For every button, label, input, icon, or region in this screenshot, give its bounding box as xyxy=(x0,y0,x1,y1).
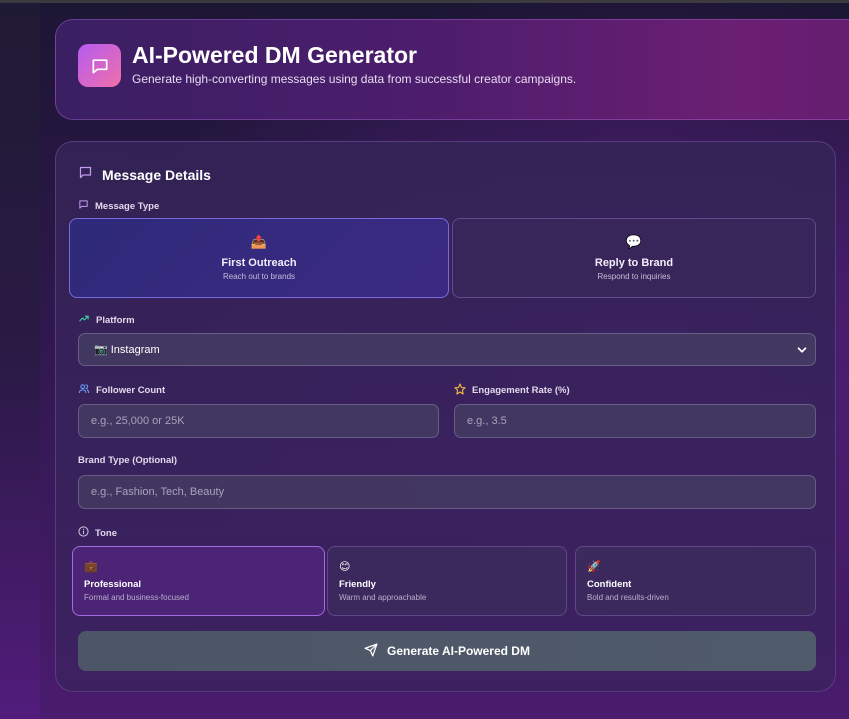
brand-type-label: Brand Type (Optional) xyxy=(78,455,177,466)
tone-label: Tone xyxy=(78,526,117,540)
tone-title: Confident xyxy=(587,579,632,590)
brand-type-input[interactable]: e.g., Fashion, Tech, Beauty xyxy=(78,475,816,509)
engagement-rate-label: Engagement Rate (%) xyxy=(454,383,570,398)
top-border xyxy=(0,0,849,3)
message-square-icon xyxy=(78,165,93,185)
tone-title: Professional xyxy=(84,579,142,590)
message-type-first-outreach[interactable]: 📤 First Outreach Reach out to brands xyxy=(69,218,449,298)
users-icon xyxy=(78,383,90,397)
rocket-icon: 🚀 xyxy=(587,561,601,573)
trending-up-icon xyxy=(78,313,90,327)
message-type-reply-to-brand[interactable]: 💬 Reply to Brand Respond to inquiries xyxy=(452,218,816,298)
option-title: Reply to Brand xyxy=(594,257,674,269)
left-edge-strip xyxy=(0,0,40,719)
speech-balloon-icon: 💬 xyxy=(625,234,643,249)
engagement-rate-input[interactable]: e.g., 3.5 xyxy=(454,404,816,438)
tone-option-confident[interactable]: 🚀 Confident Bold and results-driven xyxy=(575,546,816,616)
tone-option-professional[interactable]: 💼 Professional Formal and business-focus… xyxy=(72,546,325,616)
option-title: First Outreach xyxy=(221,257,297,269)
smiling-face-icon: 😊 xyxy=(339,561,351,573)
tone-subtitle: Bold and results-driven xyxy=(587,593,669,602)
tone-label-text: Tone xyxy=(95,527,117,539)
message-type-label: Message Type xyxy=(78,199,159,213)
outbox-tray-icon: 📤 xyxy=(250,234,268,249)
page-header: AI-Powered DM Generator Generate high-co… xyxy=(55,19,849,120)
page-title: AI-Powered DM Generator xyxy=(132,42,417,68)
follower-count-label-text: Follower Count xyxy=(96,384,166,396)
message-type-label-text: Message Type xyxy=(95,200,160,212)
section-title: Message Details xyxy=(102,167,211,183)
option-subtitle: Respond to inquiries xyxy=(597,272,671,281)
briefcase-icon: 💼 xyxy=(84,561,98,573)
tone-subtitle: Formal and business-focused xyxy=(84,593,189,602)
section-header: Message Details xyxy=(78,165,211,185)
send-icon xyxy=(364,643,378,660)
engagement-rate-label-text: Engagement Rate (%) xyxy=(472,385,570,396)
platform-label: Platform xyxy=(78,313,135,327)
option-subtitle: Reach out to brands xyxy=(222,272,296,281)
chevron-down-icon xyxy=(795,343,809,360)
brand-type-label-text: Brand Type (Optional) xyxy=(78,455,178,466)
chat-bubble-icon xyxy=(78,44,121,87)
follower-count-label: Follower Count xyxy=(78,383,165,397)
message-details-card: Message Details Message Type 📤 First Out… xyxy=(55,141,836,692)
tone-option-friendly[interactable]: 😊 Friendly Warm and approachable xyxy=(327,546,567,616)
tone-subtitle: Warm and approachable xyxy=(339,593,427,602)
generate-dm-button[interactable]: Generate AI-Powered DM xyxy=(78,631,816,671)
platform-label-text: Platform xyxy=(96,314,135,326)
info-icon xyxy=(78,526,89,540)
follower-count-input[interactable]: e.g., 25,000 or 25K xyxy=(78,404,439,438)
platform-select[interactable]: 📷 Instagram xyxy=(78,333,816,366)
platform-selected-value: 📷 Instagram xyxy=(94,344,160,356)
generate-dm-button-label: Generate AI-Powered DM xyxy=(387,644,530,658)
tone-title: Friendly xyxy=(339,579,376,590)
star-icon xyxy=(454,383,466,398)
page-subtitle: Generate high-converting messages using … xyxy=(132,72,577,86)
message-square-icon xyxy=(78,199,89,213)
